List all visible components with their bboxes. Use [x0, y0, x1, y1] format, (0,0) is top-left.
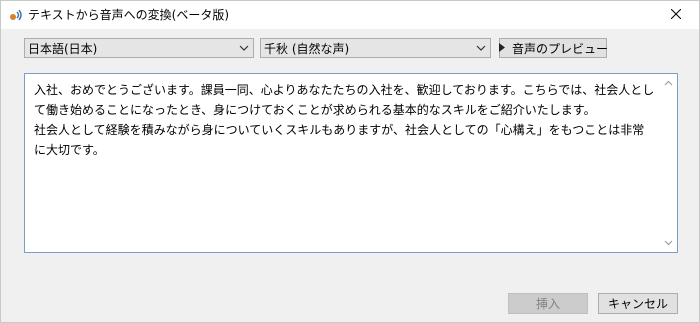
vertical-scrollbar[interactable] [660, 74, 677, 252]
speech-icon [8, 7, 24, 23]
chevron-down-icon [475, 42, 487, 54]
title-bar: テキストから音声への変換(ベータ版) [1, 1, 699, 29]
insert-button-label: 挿入 [535, 297, 560, 311]
window-title: テキストから音声への変換(ベータ版) [28, 8, 230, 22]
cancel-button-label: キャンセル [607, 297, 668, 311]
chevron-up-icon[interactable] [663, 78, 674, 89]
preview-button-label: 音声のプレビュー [512, 41, 609, 56]
voice-select[interactable]: 千秋 (自然な声) [260, 38, 491, 58]
preview-button[interactable]: 音声のプレビュー [498, 38, 609, 58]
close-icon [670, 8, 682, 22]
language-select-value: 日本語(日本) [28, 41, 98, 56]
voice-select-value: 千秋 (自然な声) [264, 41, 350, 56]
text-input-area[interactable]: 入社、おめでとうございます。課員一同、心よりあなたたちの入社を、歓迎しております… [24, 73, 678, 253]
close-button[interactable] [653, 1, 699, 29]
chevron-down-icon[interactable] [663, 237, 674, 248]
language-select[interactable]: 日本語(日本) [24, 38, 254, 58]
text-content: 入社、おめでとうございます。課員一同、心よりあなたたちの入社を、歓迎しております… [34, 83, 655, 157]
cancel-button[interactable]: キャンセル [598, 293, 678, 314]
chevron-down-icon [238, 42, 250, 54]
insert-button[interactable]: 挿入 [508, 293, 588, 314]
play-icon [498, 41, 506, 55]
dialog-window: テキストから音声への変換(ベータ版) 日本語(日本) 千秋 (自然な声) 音声の… [0, 0, 700, 323]
